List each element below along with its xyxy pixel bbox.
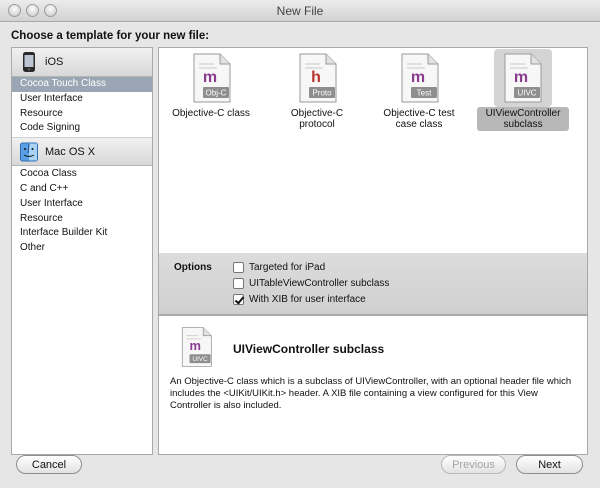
option-label: UITableViewController subclass [249, 277, 390, 289]
category-item-user-interface[interactable]: User Interface [12, 92, 152, 107]
iphone-icon [19, 51, 39, 73]
category-item-resource[interactable]: Resource [12, 212, 152, 227]
category-item-interface-builder-kit[interactable]: Interface Builder Kit [12, 226, 152, 241]
detail-title: UIViewController subclass [233, 342, 385, 356]
svg-text:m: m [514, 69, 528, 86]
viewcontroller-file-icon: m UIVC [494, 49, 552, 107]
svg-text:h: h [311, 69, 321, 86]
template-objective-c-class[interactable]: m Obj-C Objective-C class [165, 52, 257, 120]
new-file-dialog: Choose a template for your new file: iOS… [0, 23, 600, 488]
category-item-code-signing[interactable]: Code Signing [12, 121, 152, 136]
template-category-sidebar: iOS Cocoa Touch Class User Interface Res… [11, 47, 153, 455]
svg-text:Test: Test [417, 89, 432, 98]
platform-header-mac-os-x[interactable]: Mac OS X [12, 137, 152, 167]
template-label: Objective-C class [172, 108, 250, 119]
next-button[interactable]: Next [516, 455, 583, 474]
test-file-icon: m Test [395, 52, 443, 104]
svg-text:m: m [189, 338, 200, 353]
options-title: Options [174, 262, 212, 273]
svg-text:UIVC: UIVC [517, 89, 536, 98]
template-objective-c-protocol[interactable]: h Proto Objective-C protocol [271, 52, 363, 131]
platform-label: iOS [45, 56, 64, 68]
option-uitableviewcontroller-subclass[interactable]: UITableViewController subclass [233, 276, 389, 290]
platform-header-ios[interactable]: iOS [12, 48, 152, 77]
option-label: With XIB for user interface [249, 293, 366, 305]
category-item-other[interactable]: Other [12, 241, 152, 256]
options-panel: Options Targeted for iPad UITableViewCon… [158, 253, 588, 315]
template-objective-c-test-case-class[interactable]: m Test Objective-C test case class [373, 52, 465, 131]
cancel-button[interactable]: Cancel [16, 455, 82, 474]
ios-category-list: Cocoa Touch Class User Interface Resourc… [12, 77, 152, 136]
svg-text:m: m [203, 69, 217, 86]
previous-button[interactable]: Previous [441, 455, 506, 474]
svg-text:UIVC: UIVC [192, 356, 208, 363]
source-file-icon: m Obj-C [187, 52, 235, 104]
viewcontroller-file-icon: m UIVC [176, 326, 216, 368]
checkbox[interactable] [233, 261, 244, 273]
dialog-heading: Choose a template for your new file: [11, 30, 210, 42]
template-label: UIViewController subclass [477, 107, 569, 131]
template-grid: m Obj-C Objective-C class h Proto Object… [158, 47, 588, 268]
checkbox-checked[interactable] [233, 293, 244, 305]
title-bar[interactable]: New File [0, 0, 600, 22]
option-targeted-for-ipad[interactable]: Targeted for iPad [233, 260, 325, 274]
category-item-user-interface[interactable]: User Interface [12, 197, 152, 212]
mac-category-list: Cocoa Class C and C++ User Interface Res… [12, 166, 152, 256]
platform-label: Mac OS X [45, 146, 96, 159]
svg-text:Proto: Proto [312, 89, 332, 98]
detail-description: An Objective-C class which is a subclass… [170, 376, 572, 411]
template-description-panel: m UIVC UIViewController subclass An Obje… [158, 315, 588, 455]
category-item-cocoa-touch-class[interactable]: Cocoa Touch Class [12, 77, 152, 92]
category-item-resource[interactable]: Resource [12, 107, 152, 122]
template-label: Objective-C protocol [290, 108, 344, 130]
svg-text:Obj-C: Obj-C [206, 89, 227, 98]
header-file-icon: h Proto [293, 52, 341, 104]
window-title: New File [276, 4, 324, 18]
option-with-xib[interactable]: With XIB for user interface [233, 292, 366, 306]
category-item-c-and-cpp[interactable]: C and C++ [12, 182, 152, 197]
option-label: Targeted for iPad [249, 261, 326, 273]
category-item-cocoa-class[interactable]: Cocoa Class [12, 167, 152, 182]
finder-icon [19, 141, 39, 163]
checkbox[interactable] [233, 277, 244, 289]
template-label: Objective-C test case class [383, 108, 455, 130]
svg-text:m: m [411, 69, 425, 86]
template-uiviewcontroller-subclass[interactable]: m UIVC UIViewController subclass [477, 49, 569, 131]
